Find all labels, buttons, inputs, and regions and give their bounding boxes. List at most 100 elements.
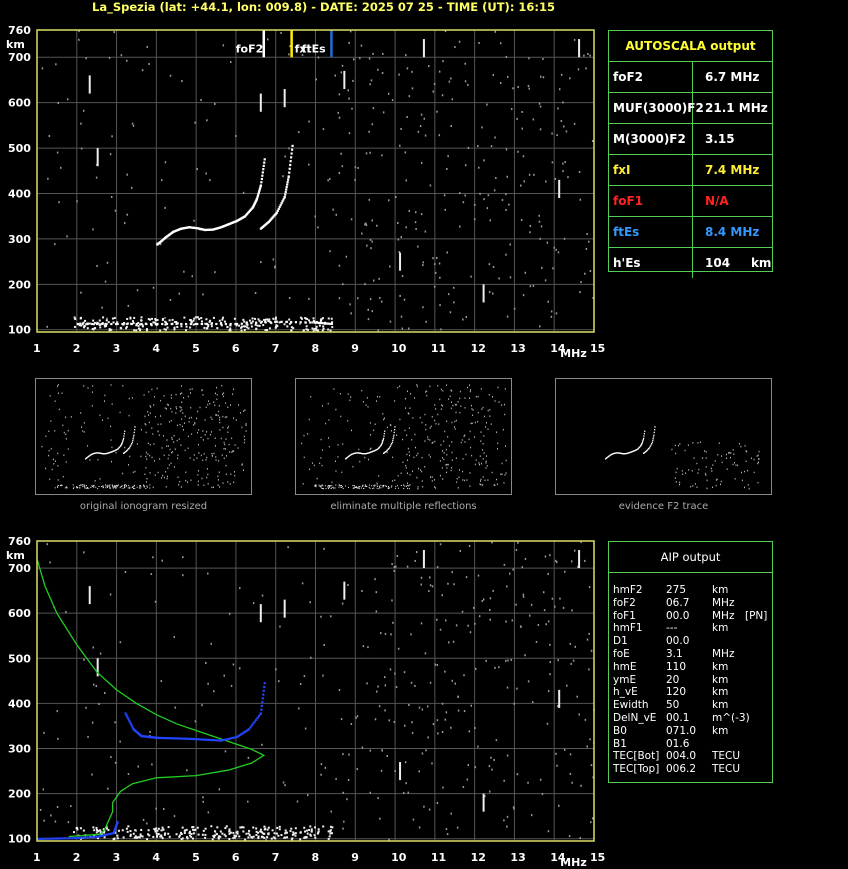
noise-dot [402, 791, 405, 794]
thumb-noise [445, 464, 447, 466]
noise-dot [505, 620, 507, 623]
thumb-noise [148, 421, 150, 424]
noise-dot [362, 645, 365, 648]
es-band-dot [116, 837, 119, 840]
noise-dot [584, 718, 587, 721]
noise-dot [375, 690, 378, 693]
thumb-noise [225, 464, 227, 467]
thumb-noise [171, 438, 173, 441]
noise-dot [494, 136, 496, 139]
thumb-es [322, 487, 324, 489]
thumb-trace [642, 440, 644, 442]
thumb-noise [65, 461, 67, 463]
noise-dot [573, 549, 576, 552]
noise-dot [368, 198, 371, 201]
thumb-noise [432, 441, 434, 444]
thumb-es [73, 486, 75, 488]
es-band-dot [275, 832, 278, 835]
trace-point [263, 161, 266, 164]
noise-dot [356, 715, 359, 718]
es-band-dot [108, 328, 111, 331]
noise-dot [348, 753, 350, 756]
trace-point [290, 156, 293, 159]
noise-dot [540, 225, 543, 228]
es-band-dot [99, 829, 102, 832]
noise-dot [539, 105, 542, 108]
autoscala-label: foF2 [609, 62, 693, 92]
thumb-noise [187, 395, 189, 398]
noise-dot [341, 165, 344, 168]
noise-dot [506, 75, 509, 78]
noise-dot [141, 69, 144, 72]
autoscala-row-fof2: foF2 6.7 MHz [609, 62, 772, 93]
noise-dot [506, 315, 509, 318]
noise-dot [489, 618, 492, 621]
thumb-es [88, 487, 90, 489]
noise-dot [389, 265, 391, 268]
es-band-dot [161, 319, 164, 322]
es-band-dot [276, 826, 279, 829]
es-band-dot [278, 825, 281, 828]
thumb-noise [470, 404, 472, 407]
noise-dot [415, 228, 417, 231]
thumb-noise [462, 479, 464, 481]
noise-dot [377, 68, 379, 71]
thumb-noise [65, 416, 67, 419]
thumb-noise [132, 471, 134, 474]
thumb-noise [303, 456, 305, 459]
es-band-dot [277, 834, 280, 837]
thumb-noise [431, 476, 433, 478]
thumb-noise [167, 404, 169, 406]
aip-name: foF2 [613, 596, 636, 609]
thumb-trace [652, 438, 654, 440]
noise-dot [512, 568, 514, 571]
thumb-es [86, 488, 88, 490]
thumb-trace [383, 432, 386, 435]
noise-dot [545, 623, 547, 626]
thumb-noise [446, 384, 448, 386]
trace-point [130, 723, 133, 726]
es-band-dot [278, 321, 281, 324]
interference-stroke [482, 793, 485, 812]
trace-point [93, 835, 96, 839]
noise-dot [354, 166, 357, 169]
noise-dot [361, 746, 364, 749]
interference-stroke [343, 70, 346, 90]
thumb-noise [49, 478, 51, 481]
trace-point [280, 202, 283, 205]
noise-dot [420, 622, 423, 625]
noise-dot [151, 763, 153, 766]
es-band-dot [286, 836, 289, 839]
noise-dot [369, 83, 371, 86]
thumb-noise [174, 448, 176, 450]
es-band-dot [243, 325, 246, 328]
noise-dot [418, 826, 421, 829]
trace-point [201, 738, 204, 741]
thumb-es [93, 485, 95, 487]
es-band-dot [150, 317, 153, 320]
thumb-noise [233, 471, 235, 473]
noise-dot [446, 168, 448, 171]
aip-row: foE 3.1 MHz [609, 648, 772, 661]
trace-point [44, 837, 47, 840]
es-band-dot [86, 327, 89, 330]
thumb-noise [223, 447, 225, 450]
thumb-noise [163, 395, 165, 397]
thumb-noise [176, 407, 178, 410]
thumb-es [104, 484, 106, 486]
noise-dot [412, 818, 415, 821]
noise-dot [386, 755, 389, 758]
trace-point [259, 321, 262, 324]
thumb-noise [694, 483, 696, 485]
thumb-es [95, 486, 97, 488]
noise-dot [522, 595, 525, 598]
aip-value: 00.1 [666, 711, 690, 724]
thumb-noise [233, 481, 235, 484]
thumb-noise [435, 487, 437, 489]
thumb-noise [675, 471, 677, 474]
thumb-noise [218, 471, 220, 474]
es-band-dot [164, 320, 167, 323]
noise-dot [569, 77, 571, 80]
thumb-noise [751, 457, 753, 460]
noise-dot [432, 723, 435, 726]
